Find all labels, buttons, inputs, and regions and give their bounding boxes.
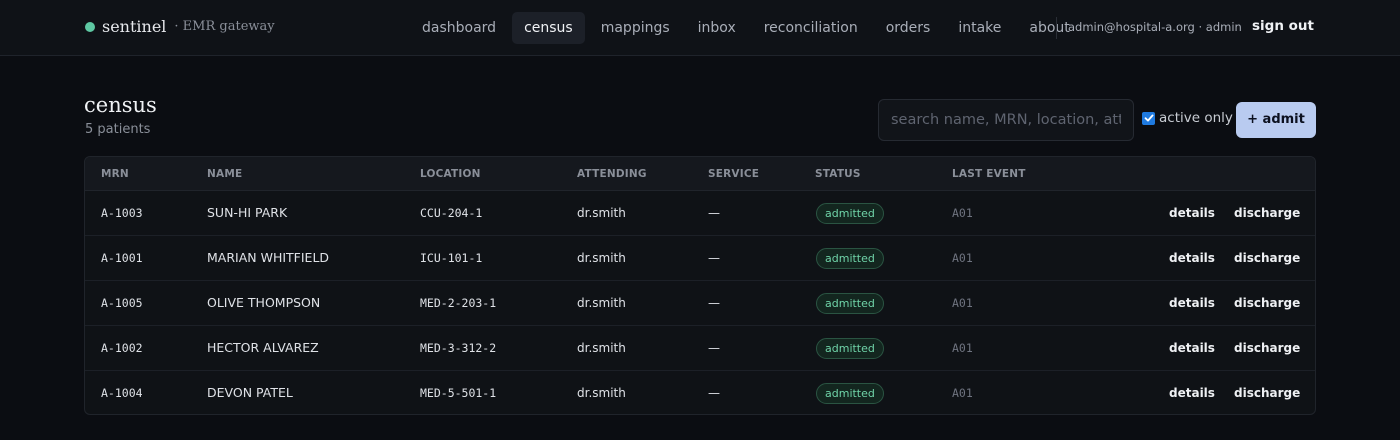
brand-subtitle: · EMR gateway [174,19,275,34]
status-badge: admitted [816,293,884,314]
details-button[interactable]: details [1169,386,1215,400]
cell-location: MED-5-501-1 [420,386,497,400]
cell-attending: dr.smith [577,341,626,355]
cell-attending: dr.smith [577,386,626,400]
column-header-status[interactable]: STATUS [815,168,861,180]
cell-service: — [708,206,720,220]
cell-name: HECTOR ALVAREZ [207,340,319,355]
nav-intake[interactable]: intake [946,12,1013,44]
column-header-mrn[interactable]: MRN [101,168,129,180]
column-header-attending[interactable]: ATTENDING [577,168,647,180]
details-button[interactable]: details [1169,206,1215,220]
status-badge: admitted [816,383,884,404]
cell-attending: dr.smith [577,251,626,265]
cell-last-event: A01 [952,251,973,265]
cell-attending: dr.smith [577,206,626,220]
column-header-last-event[interactable]: LAST EVENT [952,168,1026,180]
cell-mrn: A-1002 [101,341,143,355]
discharge-button[interactable]: discharge [1234,206,1300,220]
cell-location: MED-3-312-2 [420,341,497,355]
discharge-button[interactable]: discharge [1234,296,1300,310]
cell-mrn: A-1004 [101,386,143,400]
discharge-button[interactable]: discharge [1234,251,1300,265]
table-row[interactable]: A-1003 SUN-HI PARK CCU-204-1 dr.smith — … [85,191,1315,236]
cell-name: OLIVE THOMPSON [207,295,321,310]
cell-location: CCU-204-1 [420,206,483,220]
cell-service: — [708,296,720,310]
status-badge: admitted [816,248,884,269]
discharge-button[interactable]: discharge [1234,341,1300,355]
status-badge: admitted [816,338,884,359]
status-dot-icon [85,21,95,32]
status-badge: admitted [816,203,884,224]
nav-dashboard[interactable]: dashboard [410,12,508,44]
table-row[interactable]: A-1005 OLIVE THOMPSON MED-2-203-1 dr.smi… [85,281,1315,326]
cell-last-event: A01 [952,386,973,400]
cell-mrn: A-1005 [101,296,143,310]
top-bar: sentinel · EMR gateway dashboard census … [0,0,1400,56]
sign-out-button[interactable]: sign out [1252,18,1314,34]
table-header: MRN NAME LOCATION ATTENDING SERVICE STAT… [85,157,1315,191]
cell-service: — [708,386,720,400]
cell-service: — [708,341,720,355]
main-nav: dashboard census mappings inbox reconcil… [410,12,1086,44]
nav-census[interactable]: census [512,12,585,44]
table-row[interactable]: A-1002 HECTOR ALVAREZ MED-3-312-2 dr.smi… [85,326,1315,371]
column-header-location[interactable]: LOCATION [420,168,481,180]
cell-location: MED-2-203-1 [420,296,497,310]
cell-last-event: A01 [952,296,973,310]
table-row[interactable]: A-1004 DEVON PATEL MED-5-501-1 dr.smith … [85,371,1315,414]
page-title: census [84,93,157,117]
cell-location: ICU-101-1 [420,251,483,265]
cell-name: DEVON PATEL [207,385,293,400]
brand[interactable]: sentinel · EMR gateway [85,17,275,36]
cell-last-event: A01 [952,341,973,355]
cell-last-event: A01 [952,206,973,220]
cell-service: — [708,251,720,265]
cell-name: MARIAN WHITFIELD [207,250,330,265]
cell-attending: dr.smith [577,296,626,310]
admit-button[interactable]: + admit [1236,102,1316,138]
active-only-checkbox[interactable] [1142,111,1155,125]
column-header-name[interactable]: NAME [207,168,242,180]
cell-name: SUN-HI PARK [207,205,288,220]
details-button[interactable]: details [1169,341,1215,355]
census-table: MRN NAME LOCATION ATTENDING SERVICE STAT… [84,156,1316,415]
nav-inbox[interactable]: inbox [686,12,748,44]
checkmark-icon [1144,114,1153,122]
details-button[interactable]: details [1169,251,1215,265]
cell-mrn: A-1003 [101,206,143,220]
column-header-service[interactable]: SERVICE [708,168,759,180]
nav-orders[interactable]: orders [874,12,943,44]
nav-reconciliation[interactable]: reconciliation [752,12,870,44]
nav-mappings[interactable]: mappings [589,12,682,44]
active-only-toggle[interactable]: active only [1142,110,1233,126]
cell-mrn: A-1001 [101,251,143,265]
brand-name: sentinel [102,17,167,36]
patient-count: 5 patients [85,122,151,137]
details-button[interactable]: details [1169,296,1215,310]
active-only-label: active only [1159,110,1233,126]
nav-divider [1056,17,1057,39]
search-input[interactable] [878,99,1134,141]
discharge-button[interactable]: discharge [1234,386,1300,400]
user-info: admin@hospital-a.org · admin [1068,20,1242,34]
table-row[interactable]: A-1001 MARIAN WHITFIELD ICU-101-1 dr.smi… [85,236,1315,281]
